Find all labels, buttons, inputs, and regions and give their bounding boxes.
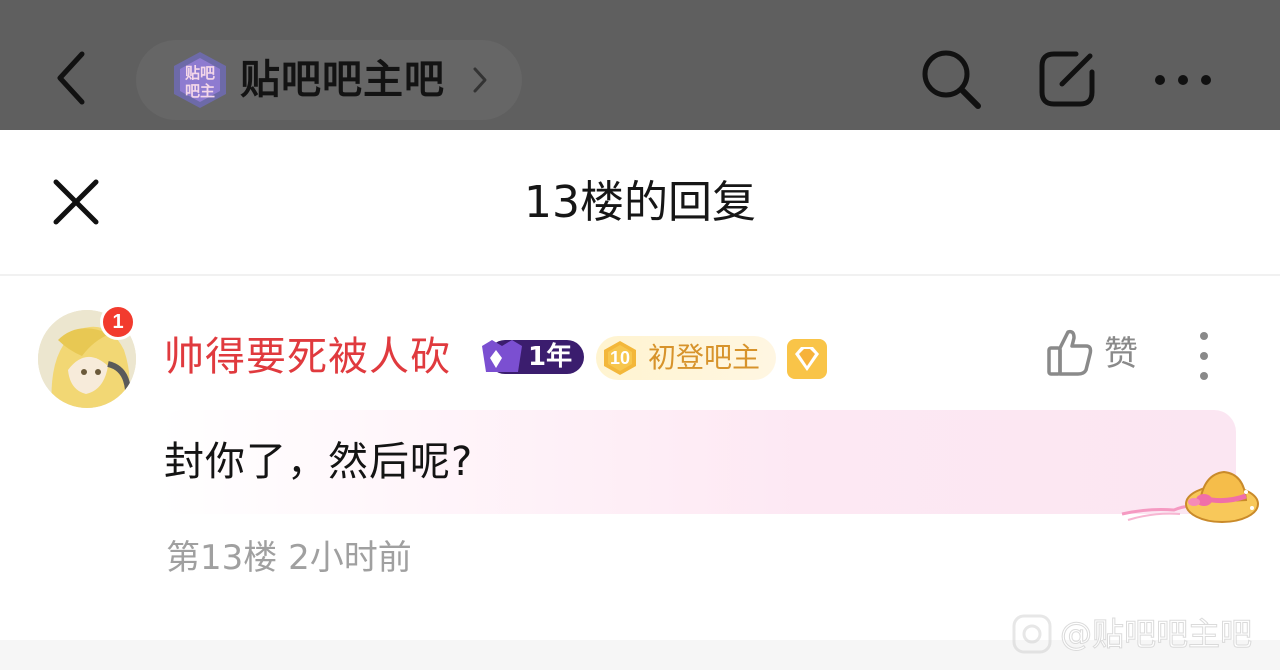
chevron-left-icon (57, 51, 85, 105)
search-button[interactable] (918, 46, 984, 112)
watermark-logo (1012, 614, 1052, 654)
close-button[interactable] (48, 174, 104, 230)
close-icon (53, 179, 99, 225)
svg-text:吧主: 吧主 (185, 82, 215, 100)
more-horizontal-icon (1155, 75, 1211, 85)
more-vertical-icon (1200, 332, 1208, 380)
more-options-button[interactable] (1150, 60, 1216, 100)
reply-more-button[interactable] (1188, 330, 1220, 382)
membership-year-label: 1年 (528, 342, 573, 372)
back-button[interactable] (50, 46, 94, 110)
forum-logo: 贴吧 吧主 (170, 50, 230, 110)
reply-content: 封你了，然后呢? (164, 439, 474, 485)
notification-badge: 1 (100, 304, 136, 340)
reply-meta: 第13楼 2小时前 (166, 538, 412, 578)
diamond-badge-icon (786, 338, 828, 380)
sheet-title: 13楼的回复 (524, 177, 756, 228)
watermark: @贴吧吧主吧 (1059, 615, 1253, 654)
username[interactable]: 帅得要死被人砍 (164, 330, 451, 384)
chevron-right-icon (470, 64, 490, 96)
search-icon (922, 50, 981, 109)
thumbs-up-icon (1046, 326, 1094, 378)
svg-text:贴吧: 贴吧 (185, 64, 215, 82)
forum-name[interactable]: 贴吧吧主吧 (240, 52, 445, 108)
edit-button[interactable] (1036, 46, 1102, 110)
like-label: 赞 (1104, 334, 1138, 374)
level-number: 10 (609, 348, 631, 368)
level-title: 初登吧主 (648, 341, 761, 374)
edit-icon (1039, 51, 1095, 107)
straw-hat-decoration-icon (1118, 452, 1262, 530)
